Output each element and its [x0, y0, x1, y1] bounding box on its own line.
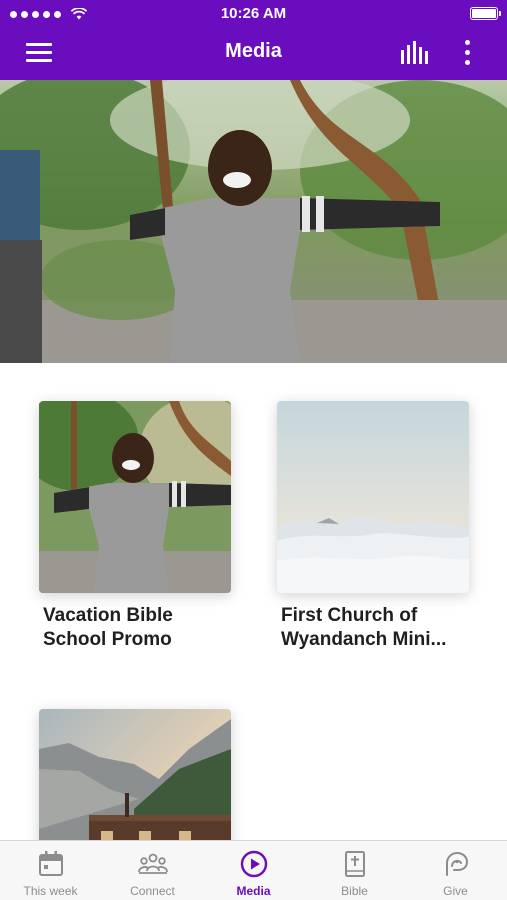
bible-icon — [345, 851, 365, 877]
give-icon — [446, 851, 469, 876]
tab-this-week[interactable]: This week — [0, 841, 101, 900]
people-icon — [138, 853, 168, 874]
tab-media[interactable]: Media — [203, 841, 304, 900]
tab-bar: This week Connect Media Bible Give — [0, 840, 507, 900]
status-time: 10:26 AM — [220, 5, 287, 22]
media-thumbnail[interactable] — [39, 401, 231, 593]
tab-label: Bible — [341, 884, 368, 898]
play-circle-icon — [240, 850, 268, 878]
status-bar: 10:26 AM — [0, 0, 507, 28]
tab-label: Media — [236, 884, 271, 898]
hero-image[interactable] — [0, 80, 507, 363]
media-card[interactable]: First Church of Wyandanch Mini... — [277, 401, 469, 652]
tab-give[interactable]: Give — [405, 841, 506, 900]
media-card-title[interactable]: Vacation Bible School Promo — [39, 604, 239, 652]
tab-connect[interactable]: Connect — [102, 841, 203, 900]
calendar-icon — [39, 851, 63, 876]
media-thumbnail[interactable] — [277, 401, 469, 593]
audio-bars-icon[interactable] — [398, 40, 432, 68]
tab-label: Give — [443, 884, 468, 898]
media-card[interactable]: Vacation Bible School Promo — [39, 401, 231, 652]
tab-label: This week — [23, 884, 78, 898]
tab-bible[interactable]: Bible — [304, 841, 405, 900]
media-card-title[interactable]: First Church of Wyandanch Mini... — [277, 604, 477, 652]
battery-icon — [470, 7, 501, 20]
nav-bar: Media — [0, 28, 507, 80]
more-options-icon[interactable] — [458, 38, 478, 68]
tab-label: Connect — [130, 884, 175, 898]
